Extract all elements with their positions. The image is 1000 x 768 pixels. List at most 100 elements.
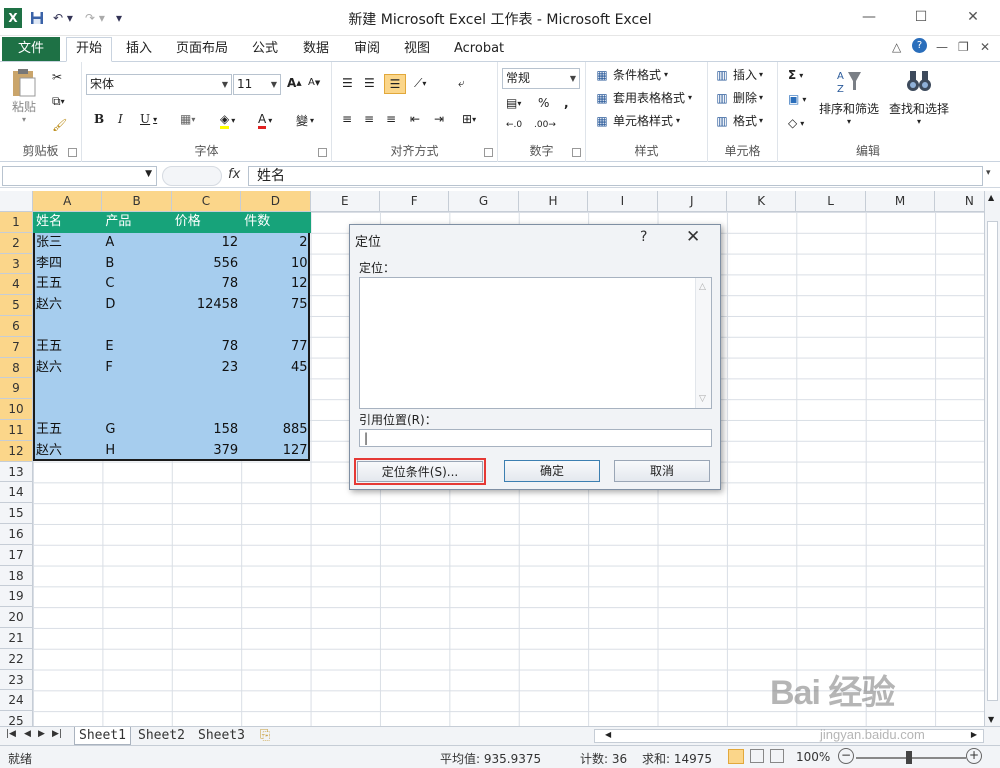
table-cell[interactable]: 王五 [33, 274, 102, 295]
help-icon[interactable]: ? [912, 38, 927, 53]
font-size-select[interactable]: 11 ▼ [233, 74, 281, 95]
percent-style-button[interactable]: % [538, 96, 549, 110]
scroll-down-icon[interactable]: ▼ [988, 715, 994, 724]
tab-formulas[interactable]: 公式 [252, 40, 278, 60]
page-layout-view-icon[interactable] [750, 749, 764, 763]
row-header[interactable]: 11 [0, 420, 33, 441]
borders-icon[interactable]: ▦ ▾ [180, 112, 195, 126]
alignment-launcher-icon[interactable] [484, 148, 493, 157]
format-cells-button[interactable]: ▥ 格式 ▾ [714, 112, 763, 129]
scroll-right-icon[interactable]: ▶ [971, 730, 977, 739]
table-cell[interactable]: 赵六 [33, 441, 102, 462]
cancel-button[interactable]: 取消 [614, 460, 710, 482]
sheet-tab-2[interactable]: Sheet2 [134, 727, 189, 745]
column-header[interactable]: I [588, 191, 658, 212]
tab-acrobat[interactable]: Acrobat [454, 40, 504, 60]
row-header[interactable]: 14 [0, 482, 33, 504]
italic-button[interactable]: I [118, 112, 123, 126]
tab-review[interactable]: 审阅 [354, 40, 380, 60]
sort-filter-button[interactable]: AZ 排序和筛选 ▾ [814, 68, 884, 126]
column-header[interactable]: K [727, 191, 797, 212]
formula-input[interactable]: 姓名 [248, 166, 983, 186]
table-cell[interactable] [172, 399, 241, 420]
table-cell[interactable] [33, 316, 102, 337]
table-cell[interactable]: C [102, 274, 171, 295]
wrap-text-icon[interactable]: ⤶ [458, 76, 465, 91]
table-cell[interactable]: G [102, 420, 171, 441]
clipboard-launcher-icon[interactable] [68, 148, 77, 157]
bold-button[interactable]: B [94, 112, 104, 126]
table-cell[interactable]: D [102, 295, 171, 316]
find-select-button[interactable]: 查找和选择 ▾ [886, 68, 952, 126]
decrease-indent-icon[interactable]: ⇤ [410, 112, 420, 126]
header-cell[interactable]: 产品 [102, 212, 172, 233]
row-header[interactable]: 1 [0, 212, 33, 233]
table-cell[interactable] [33, 399, 102, 420]
prev-sheet-icon[interactable]: ◀ [24, 729, 31, 739]
table-cell[interactable]: 77 [241, 337, 310, 358]
table-cell[interactable]: 379 [172, 441, 241, 462]
cell-styles-button[interactable]: ▦ 单元格样式 ▾ [594, 112, 680, 129]
row-header[interactable]: 10 [0, 399, 33, 420]
sheet-tab-1[interactable]: Sheet1 [74, 727, 131, 745]
table-cell[interactable] [241, 378, 310, 399]
align-top-icon[interactable]: ☰ [342, 76, 353, 90]
zoom-slider-thumb[interactable] [906, 751, 912, 764]
paste-button[interactable]: 粘贴 ▾ [10, 68, 38, 124]
fill-icon[interactable]: ▣ ▾ [788, 92, 806, 106]
close-icon[interactable]: ✕ [958, 6, 988, 28]
table-cell[interactable]: 45 [241, 358, 310, 379]
row-header[interactable]: 3 [0, 253, 33, 275]
ok-button[interactable]: 确定 [504, 460, 600, 482]
table-cell[interactable]: 127 [241, 441, 310, 462]
first-sheet-icon[interactable]: |◀ [6, 729, 16, 739]
table-cell[interactable]: 赵六 [33, 358, 102, 379]
table-cell[interactable]: B [102, 254, 171, 275]
column-header[interactable]: J [657, 191, 727, 212]
align-middle-icon[interactable]: ☰ [364, 76, 375, 90]
align-bottom-icon[interactable]: ☰ [384, 74, 406, 94]
table-cell[interactable]: E [102, 337, 171, 358]
increase-indent-icon[interactable]: ⇥ [434, 112, 444, 126]
increase-decimal-button[interactable]: ← .0 [506, 120, 522, 130]
table-cell[interactable]: H [102, 441, 171, 462]
orientation-icon[interactable]: ⟋ ▾ [414, 76, 426, 91]
tab-data[interactable]: 数据 [303, 40, 329, 60]
goto-list[interactable]: △ ▽ [359, 277, 712, 409]
column-header[interactable]: A [33, 191, 103, 212]
decrease-decimal-button[interactable]: .00 → [534, 120, 556, 130]
grow-font-button[interactable]: A ▲ [287, 76, 302, 90]
table-cell[interactable]: A [102, 233, 171, 254]
table-cell[interactable]: 78 [172, 274, 241, 295]
table-cell[interactable]: 王五 [33, 420, 102, 441]
table-cell[interactable]: 23 [172, 358, 241, 379]
accounting-format-icon[interactable]: ▤ ▾ [506, 96, 521, 110]
delete-cells-button[interactable]: ▥ 删除 ▾ [714, 89, 763, 106]
format-painter-icon[interactable]: 🖌 [52, 118, 67, 132]
header-cell[interactable]: 姓名 [33, 212, 103, 233]
table-cell[interactable]: 李四 [33, 254, 102, 275]
insert-function-button[interactable]: fx [228, 167, 240, 182]
column-header[interactable]: L [796, 191, 866, 212]
zoom-out-icon[interactable]: − [838, 748, 854, 764]
column-header[interactable]: G [449, 191, 519, 212]
zoom-level[interactable]: 100% [796, 750, 830, 764]
row-header[interactable]: 23 [0, 669, 33, 691]
column-header[interactable]: B [102, 191, 172, 212]
merge-center-icon[interactable]: ⊞ ▾ [462, 112, 476, 126]
vertical-scrollbar[interactable]: ▲ ▼ [984, 191, 1000, 726]
tab-home[interactable]: 开始 [66, 37, 112, 62]
row-header[interactable]: 15 [0, 503, 33, 524]
table-cell[interactable]: 12 [241, 274, 310, 295]
row-header[interactable]: 9 [0, 378, 33, 400]
row-header[interactable]: 18 [0, 565, 33, 587]
list-scroll-up-icon[interactable]: △ [699, 282, 706, 292]
zoom-in-icon[interactable]: + [966, 748, 982, 764]
insert-sheet-icon[interactable]: ⎘ [256, 727, 274, 745]
sheet-tab-3[interactable]: Sheet3 [194, 727, 249, 745]
table-cell[interactable]: 885 [241, 420, 310, 441]
autosum-button[interactable]: Σ ▾ [788, 68, 803, 82]
row-header[interactable]: 25 [0, 711, 33, 726]
table-cell[interactable] [172, 378, 241, 399]
table-cell[interactable]: 2 [241, 233, 310, 254]
